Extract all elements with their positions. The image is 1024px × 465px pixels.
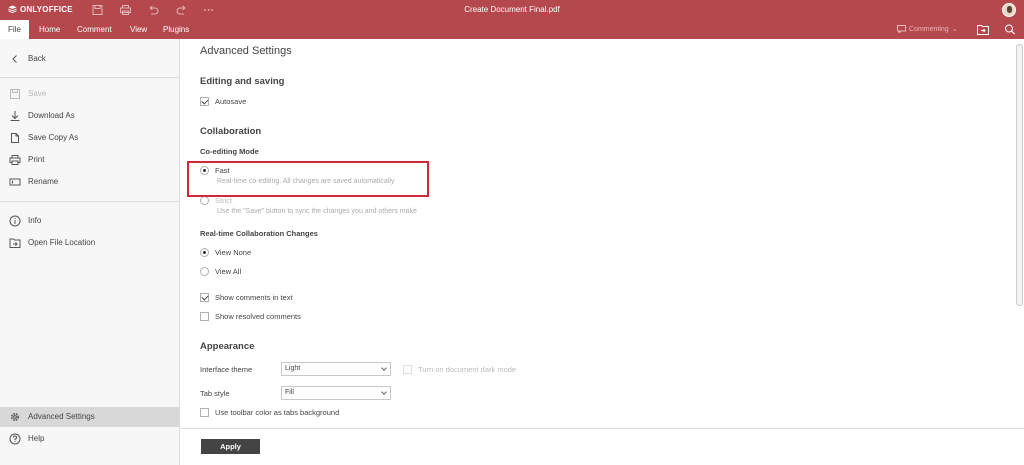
tab-comment[interactable]: Comment — [69, 20, 120, 39]
menu-download-as[interactable]: Download As — [0, 106, 179, 126]
document-title: Create Document Final.pdf — [464, 5, 560, 14]
info-icon — [9, 215, 21, 227]
view-none-option[interactable]: View None — [200, 248, 251, 257]
menu-advanced-settings[interactable]: Advanced Settings — [0, 407, 179, 427]
strict-mode-label: Strict — [215, 196, 233, 205]
interface-theme-label: Interface theme — [200, 365, 253, 374]
tab-style-value: Fill — [285, 389, 294, 396]
section-appearance-title: Appearance — [200, 341, 255, 352]
autosave-checkbox[interactable] — [200, 97, 209, 106]
view-all-label: View All — [215, 267, 242, 276]
menu-divider — [0, 201, 179, 202]
menu-rename-label: Rename — [28, 177, 59, 186]
apply-button[interactable]: Apply — [201, 439, 260, 454]
advanced-settings-panel: Advanced Settings Editing and saving Aut… — [181, 39, 1024, 465]
chevron-down-icon — [381, 365, 387, 371]
menu-rename[interactable]: Rename — [0, 172, 179, 192]
view-none-radio[interactable] — [200, 248, 209, 257]
tab-style-select[interactable]: Fill — [281, 386, 391, 400]
tab-bar: File Home Comment View Plugins Commentin… — [0, 20, 1024, 39]
section-collaboration-title: Collaboration — [200, 126, 262, 137]
show-comments-checkbox[interactable] — [200, 293, 209, 302]
download-icon — [10, 111, 20, 121]
mode-label: Commenting — [909, 25, 949, 33]
title-bar: ONLYOFFICE Create Document Final.pdf — [0, 0, 1024, 20]
menu-save-copy-as-label: Save Copy As — [28, 133, 79, 142]
section-editing-title: Editing and saving — [200, 76, 285, 87]
menu-save[interactable]: Save — [0, 84, 179, 104]
menu-save-label: Save — [28, 89, 47, 98]
dark-mode-row[interactable]: Turn on document dark mode — [403, 365, 516, 374]
menu-help-label: Help — [28, 434, 45, 443]
menu-info[interactable]: Info — [0, 211, 179, 231]
strict-mode-option[interactable]: Strict — [200, 196, 232, 205]
chevron-left-icon — [12, 55, 17, 63]
menu-download-as-label: Download As — [28, 111, 75, 120]
menu-print[interactable]: Print — [0, 150, 179, 170]
dark-mode-label: Turn on document dark mode — [418, 365, 517, 374]
file-menu-panel: Back Save Download As Save Copy As Print — [0, 39, 180, 465]
menu-print-label: Print — [28, 155, 45, 164]
menu-back-label: Back — [28, 54, 46, 63]
strict-mode-hint: Use the "Save" button to sync the change… — [217, 208, 417, 215]
vertical-scrollbar[interactable] — [1016, 44, 1023, 306]
rename-icon — [9, 178, 21, 186]
realtime-changes-label: Real-time Collaboration Changes — [200, 229, 318, 238]
highlight-box — [187, 161, 429, 197]
tab-plugins[interactable]: Plugins — [155, 20, 197, 39]
show-resolved-label: Show resolved comments — [215, 312, 301, 321]
menu-help[interactable]: Help — [0, 429, 179, 449]
view-all-radio[interactable] — [200, 267, 209, 276]
toolbar-color-row[interactable]: Use toolbar color as tabs background — [200, 408, 339, 417]
folder-open-icon — [9, 238, 21, 248]
tab-home[interactable]: Home — [31, 20, 68, 39]
document-copy-icon — [11, 133, 19, 143]
tab-view[interactable]: View — [122, 20, 155, 39]
menu-advanced-settings-label: Advanced Settings — [28, 412, 95, 421]
tab-style-label: Tab style — [200, 389, 230, 398]
show-comments-label: Show comments in text — [215, 293, 293, 302]
coediting-mode-label: Co-editing Mode — [200, 147, 259, 156]
autosave-row[interactable]: Autosave — [200, 97, 246, 106]
menu-info-label: Info — [28, 216, 42, 225]
user-avatar[interactable] — [1002, 3, 1016, 17]
autosave-label: Autosave — [215, 97, 247, 106]
search-icon[interactable] — [1004, 24, 1016, 35]
strict-mode-radio[interactable] — [200, 196, 209, 205]
comment-mode-icon — [897, 25, 906, 33]
menu-back[interactable]: Back — [0, 49, 179, 69]
view-all-option[interactable]: View All — [200, 267, 241, 276]
toolbar-color-label: Use toolbar color as tabs background — [215, 408, 340, 417]
show-resolved-checkbox[interactable] — [200, 312, 209, 321]
dark-mode-checkbox[interactable] — [403, 365, 412, 374]
menu-save-copy-as[interactable]: Save Copy As — [0, 128, 179, 148]
show-comments-row[interactable]: Show comments in text — [200, 293, 293, 302]
open-location-icon[interactable] — [977, 24, 989, 35]
view-none-label: View None — [215, 248, 252, 257]
menu-open-file-location-label: Open File Location — [28, 238, 96, 247]
gear-icon — [10, 412, 20, 422]
footer-divider — [181, 428, 1024, 429]
mode-selector[interactable]: Commenting ⌄ — [897, 25, 958, 33]
page-title: Advanced Settings — [200, 45, 292, 57]
chevron-down-icon — [381, 389, 387, 395]
tab-file[interactable]: File — [0, 20, 29, 39]
interface-theme-select[interactable]: Light — [281, 362, 391, 376]
help-icon — [9, 433, 21, 445]
menu-open-file-location[interactable]: Open File Location — [0, 233, 179, 253]
menu-divider — [0, 77, 179, 78]
interface-theme-value: Light — [285, 365, 301, 372]
chevron-down-icon: ⌄ — [951, 26, 958, 33]
show-resolved-row[interactable]: Show resolved comments — [200, 312, 301, 321]
toolbar-color-checkbox[interactable] — [200, 408, 209, 417]
save-icon — [10, 89, 20, 99]
print-icon — [9, 155, 21, 165]
